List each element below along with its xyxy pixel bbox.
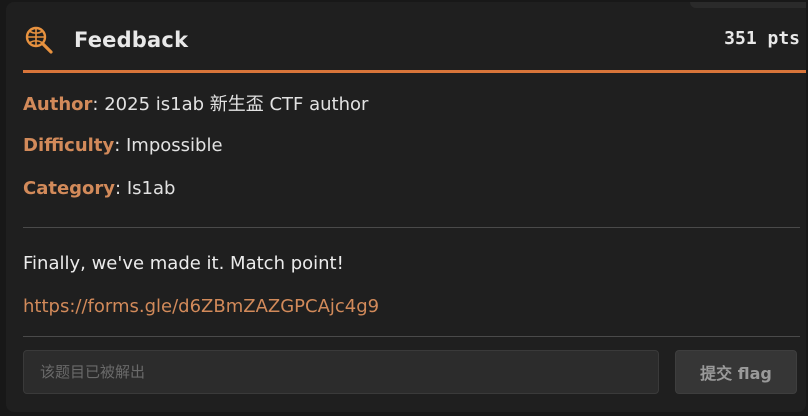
difficulty-label: Difficulty <box>23 135 115 156</box>
author-label: Author <box>23 94 93 115</box>
window-corner <box>690 2 806 8</box>
author-line: Author: 2025 is1ab 新生盃 CTF author <box>23 90 368 116</box>
difficulty-line: Difficulty: Impossible <box>23 135 223 156</box>
challenge-title: Feedback <box>74 28 189 52</box>
meta-divider <box>23 227 800 228</box>
magnifier-icon <box>24 25 54 55</box>
feedback-form-link[interactable]: https://forms.gle/d6ZBmZAZGPCAjc4g9 <box>23 296 379 317</box>
flag-input[interactable] <box>23 350 659 394</box>
header-divider <box>23 70 806 73</box>
author-value: : 2025 is1ab 新生盃 CTF author <box>92 94 369 115</box>
category-label: Category <box>23 178 116 199</box>
submit-flag-button[interactable]: 提交 flag <box>675 350 797 394</box>
category-line: Category: Is1ab <box>23 178 175 199</box>
category-value: : Is1ab <box>115 178 176 199</box>
challenge-card: Feedback 351 pts Author: 2025 is1ab 新生盃 … <box>6 2 806 412</box>
difficulty-value: : Impossible <box>114 135 223 156</box>
challenge-description: Finally, we've made it. Match point! <box>23 253 344 274</box>
description-divider <box>23 336 800 337</box>
challenge-points: 351 pts <box>724 28 800 49</box>
challenge-header: Feedback 351 pts <box>24 22 806 58</box>
